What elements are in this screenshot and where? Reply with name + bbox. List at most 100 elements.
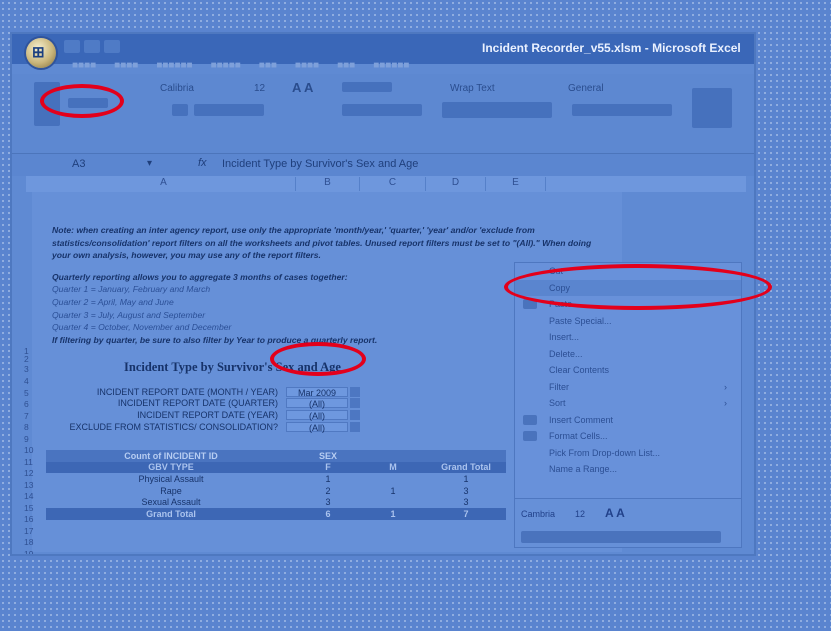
cell-f: 1 (325, 473, 331, 484)
redo-icon[interactable] (104, 40, 120, 53)
menu-item-pick-list[interactable]: Pick From Drop-down List... (515, 445, 741, 462)
gbv-type-label[interactable]: GBV TYPE (46, 462, 296, 472)
note-paragraph-1: Note: when creating an inter agency repo… (52, 225, 592, 261)
menu-item-name-range[interactable]: Name a Range... (515, 461, 741, 478)
undo-icon[interactable] (84, 40, 100, 53)
filter-row: INCIDENT REPORT DATE (MONTH / YEAR) Mar … (36, 386, 376, 398)
align-icons-row[interactable] (342, 104, 422, 116)
table-row[interactable]: Physical Assault 1 1 (46, 473, 506, 485)
merge-center-button[interactable] (442, 102, 552, 118)
bold-icon[interactable] (172, 104, 188, 116)
filter-label: EXCLUDE FROM STATISTICS/ CONSOLIDATION? (69, 421, 278, 432)
tab-view[interactable]: ■■■ (337, 60, 355, 71)
col-header-total: Grand Total (441, 462, 491, 473)
menu-item-filter[interactable]: Filter › (515, 379, 741, 396)
col-header-f: F (325, 462, 331, 473)
font-style-icons[interactable] (194, 104, 264, 116)
office-button[interactable]: ⊞ (26, 38, 56, 68)
tab-insert[interactable]: ■■■■ (114, 60, 138, 71)
formula-bar: A3 ▾ fx Incident Type by Survivor's Sex … (12, 154, 754, 176)
grow-font-icon[interactable]: A A (292, 80, 313, 95)
filter-value[interactable]: (All) (286, 421, 348, 433)
row-number[interactable]: 17 (24, 526, 33, 536)
submenu-arrow-icon: › (724, 381, 727, 392)
mini-toolbar: Cambria 12 A A (514, 498, 742, 548)
filter-value[interactable]: (All) (286, 398, 348, 409)
row-number[interactable]: 11 (24, 457, 33, 467)
menu-item-insert-comment[interactable]: Insert Comment (515, 412, 741, 429)
row-number[interactable]: 8 (24, 422, 29, 432)
table-row[interactable]: Rape 2 1 3 (46, 485, 506, 497)
row-number[interactable]: 16 (24, 514, 33, 524)
column-header-a[interactable]: A (32, 177, 296, 191)
menu-item-paste-special[interactable]: Paste Special... (515, 313, 741, 330)
row-number[interactable]: 2 (24, 354, 29, 364)
tab-formulas[interactable]: ■■■■■ (211, 60, 241, 71)
tab-review[interactable]: ■■■■ (295, 60, 319, 71)
mini-format-icons[interactable] (521, 531, 721, 543)
row-number[interactable]: 15 (24, 503, 33, 513)
row-number[interactable]: 9 (24, 434, 29, 444)
alignment-icons[interactable] (342, 82, 392, 92)
filter-value[interactable]: (All) (286, 409, 348, 421)
name-box[interactable]: A3 (72, 158, 85, 170)
grand-total-label: Grand Total (146, 508, 196, 519)
column-header-c[interactable]: C (360, 177, 426, 191)
number-icons[interactable] (572, 104, 672, 116)
row-number[interactable]: 19 (24, 549, 33, 554)
filter-label: INCIDENT REPORT DATE (MONTH / YEAR) (96, 386, 278, 397)
tab-data[interactable]: ■■■ (259, 60, 277, 71)
conditional-formatting-icon[interactable] (692, 88, 732, 128)
cell-m: 1 (390, 485, 396, 496)
pivot-table[interactable]: Count of INCIDENT ID SEX GBV TYPE F M Gr… (46, 450, 506, 520)
filter-row: INCIDENT REPORT DATE (QUARTER) (All) (36, 398, 376, 409)
menu-item-label: Delete... (549, 348, 583, 359)
grand-total-f: 6 (325, 508, 331, 519)
name-box-dropdown-icon[interactable]: ▾ (147, 158, 152, 169)
row-number[interactable]: 14 (24, 491, 33, 501)
filter-dropdown-icon[interactable] (350, 386, 360, 397)
row-number[interactable]: 3 (24, 364, 29, 374)
row-number[interactable]: 4 (24, 376, 29, 386)
row-number[interactable]: 12 (24, 468, 33, 478)
menu-item-clear-contents[interactable]: Clear Contents (515, 362, 741, 379)
mini-size-box[interactable]: 12 (575, 509, 585, 519)
table-row[interactable]: Sexual Assault 3 3 (46, 496, 506, 508)
menu-item-delete[interactable]: Delete... (515, 346, 741, 363)
row-label: Sexual Assault (141, 497, 201, 508)
mini-grow-font-icon[interactable]: A A (605, 506, 625, 520)
grand-total-m: 1 (390, 508, 396, 519)
grand-total-row[interactable]: Grand Total 6 1 7 (46, 507, 506, 520)
wrap-text-button[interactable]: Wrap Text (450, 83, 495, 94)
menu-item-label: Pick From Drop-down List... (549, 447, 661, 458)
column-header-e[interactable]: E (486, 177, 546, 191)
font-size-box[interactable]: 12 (254, 83, 265, 94)
row-number[interactable]: 18 (24, 537, 33, 547)
fx-icon[interactable]: fx (198, 157, 207, 169)
number-format-box[interactable]: General (568, 83, 604, 94)
menu-item-format-cells[interactable]: Format Cells... (515, 428, 741, 445)
row-number[interactable]: 13 (24, 480, 33, 490)
tab-developer[interactable]: ■■■■■■ (373, 60, 409, 71)
sex-field-label[interactable]: SEX (296, 451, 360, 461)
row-number[interactable]: 7 (24, 411, 29, 421)
filter-dropdown-icon[interactable] (350, 398, 360, 409)
column-header-d[interactable]: D (426, 177, 486, 191)
row-number[interactable]: 5 (24, 388, 29, 398)
tab-home[interactable]: ■■■■ (72, 60, 96, 71)
filter-row: INCIDENT REPORT DATE (YEAR) (All) (36, 409, 376, 421)
tab-page-layout[interactable]: ■■■■■■ (156, 60, 192, 71)
filter-value[interactable]: Mar 2009 (286, 386, 348, 398)
row-number[interactable]: 6 (24, 399, 29, 409)
save-icon[interactable] (64, 40, 80, 53)
menu-item-label: Sort (549, 398, 566, 409)
mini-font-box[interactable]: Cambria (521, 509, 555, 519)
filter-dropdown-icon[interactable] (350, 409, 360, 420)
row-number[interactable]: 10 (24, 445, 33, 455)
menu-item-sort[interactable]: Sort › (515, 395, 741, 412)
font-name-box[interactable]: Calibria (160, 83, 194, 94)
filter-dropdown-icon[interactable] (350, 421, 360, 432)
menu-item-insert[interactable]: Insert... (515, 329, 741, 346)
formula-content[interactable]: Incident Type by Survivor's Sex and Age (222, 158, 418, 170)
column-header-b[interactable]: B (296, 177, 360, 191)
